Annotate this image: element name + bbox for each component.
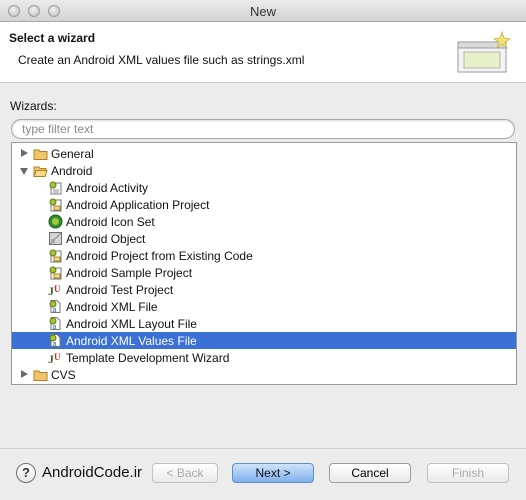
svg-text:U: U — [54, 352, 61, 362]
tree-item-android-sample-project[interactable]: Android Sample Project — [12, 264, 516, 281]
tree-item-android-application-project[interactable]: Android Application Project — [12, 196, 516, 213]
collapse-arrow-icon[interactable] — [20, 168, 28, 175]
wizard-banner-icon — [457, 30, 512, 73]
footer-divider — [0, 448, 526, 449]
header-title: Select a wizard — [9, 31, 96, 45]
brand-label: AndroidCode.ir — [42, 464, 143, 481]
tree-item-android-test-project[interactable]: J U Android Test Project — [12, 281, 516, 298]
svg-text:a: a — [53, 324, 57, 331]
cancel-button[interactable]: Cancel — [329, 463, 411, 483]
filter-field[interactable] — [11, 119, 515, 139]
android-project-icon — [49, 266, 62, 280]
android-activity-icon — [49, 181, 62, 195]
svg-text:a: a — [53, 307, 57, 314]
android-project-icon — [49, 198, 62, 212]
svg-text:a: a — [53, 341, 57, 348]
open-folder-icon — [33, 166, 48, 177]
back-button[interactable]: < Back — [152, 463, 218, 483]
tree-item-general[interactable]: General — [12, 145, 516, 162]
tree-item-android-xml-values-file[interactable]: a Android XML Values File — [12, 332, 516, 349]
filter-input[interactable] — [22, 121, 502, 137]
android-xml-file-icon: a — [49, 334, 61, 348]
junit-icon: J U — [48, 352, 61, 365]
android-xml-file-icon: a — [49, 300, 61, 314]
folder-icon — [33, 149, 48, 160]
expand-arrow-icon[interactable] — [21, 149, 28, 157]
wizards-label: Wizards: — [10, 99, 57, 113]
android-icon-set-icon — [48, 214, 63, 229]
window-title: New — [249, 4, 276, 19]
wizard-header: Select a wizard Create an Android XML va… — [0, 22, 526, 83]
next-button[interactable]: Next > — [232, 463, 314, 483]
tree-item-cvs[interactable]: CVS — [12, 366, 516, 383]
folder-icon — [33, 370, 48, 381]
tree-item-android-xml-layout-file[interactable]: a Android XML Layout File — [12, 315, 516, 332]
tree-item-android-xml-file[interactable]: a Android XML File — [12, 298, 516, 315]
junit-icon: J U — [48, 284, 61, 297]
tree-item-android-object[interactable]: Android Object — [12, 230, 516, 247]
tree-item-template-development-wizard[interactable]: J U Template Development Wizard — [12, 349, 516, 366]
help-icon[interactable]: ? — [16, 463, 36, 483]
tree-item-android[interactable]: Android — [12, 162, 516, 179]
expand-arrow-icon[interactable] — [21, 370, 28, 378]
wizard-tree[interactable]: General Android Android Activity Android… — [11, 142, 517, 385]
window-titlebar: New — [0, 0, 526, 22]
svg-text:U: U — [54, 284, 61, 294]
header-description: Create an Android XML values file such a… — [18, 53, 305, 67]
tree-item-android-project-existing[interactable]: Android Project from Existing Code — [12, 247, 516, 264]
android-object-icon — [49, 232, 62, 245]
android-xml-file-icon: a — [49, 317, 61, 331]
android-project-icon — [49, 249, 62, 263]
finish-button[interactable]: Finish — [427, 463, 509, 483]
tree-item-android-activity[interactable]: Android Activity — [12, 179, 516, 196]
tree-item-android-icon-set[interactable]: Android Icon Set — [12, 213, 516, 230]
